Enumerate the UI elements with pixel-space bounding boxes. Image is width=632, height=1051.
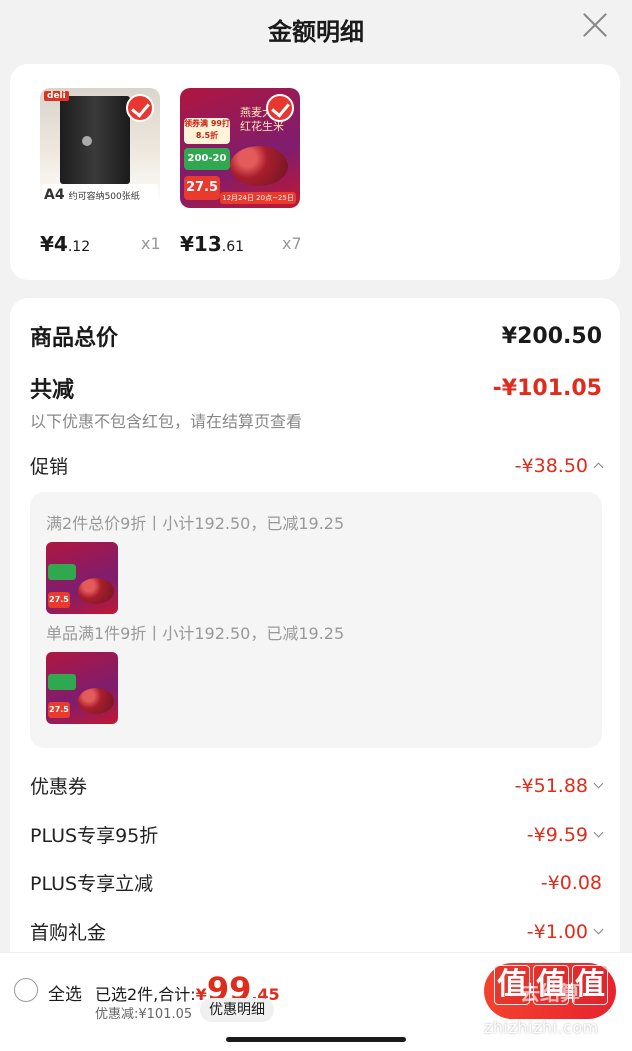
product-card: deli A4 约可容纳500张纸 领券满 99打8.5折 200-20 27.5… [10, 64, 620, 280]
discount-total: 优惠减:¥101.05 [95, 1007, 193, 1022]
promo-detail-box: 满2件总价9折丨小计192.50，已减19.25 27.5 单品满1件9折丨小计… [30, 492, 602, 748]
select-all-label[interactable]: 全选 [48, 980, 82, 1005]
reduce-label: 共减 [30, 378, 75, 403]
watermark-text: zhizhizhi.com [484, 1018, 599, 1037]
product-image-peanuts[interactable]: 领券满 99打8.5折 200-20 27.5 燕麦大颗 红花生米 12月24日… [180, 88, 300, 208]
price-detail-card: 商品总价 ¥200.50 共减 -¥101.05 以下优惠不包含红包，请在结算页… [10, 298, 620, 1051]
reduce-row: 共减 -¥101.05 [30, 372, 602, 404]
promo-line: 单品满1件9折丨小计192.50，已减19.25 [46, 624, 345, 643]
header: 金额明细 [0, 0, 632, 58]
promo-value: -¥38.50 [515, 455, 604, 477]
discount-detail-button[interactable]: 优惠明细 [200, 998, 274, 1022]
watermark-logo: 值值值 [480, 960, 622, 1010]
thumb-badge [48, 564, 76, 580]
promo-product-thumb[interactable]: 27.5 [46, 542, 118, 614]
select-all-radio[interactable] [14, 978, 38, 1002]
close-icon[interactable] [582, 12, 608, 38]
binder-illustration [60, 96, 130, 184]
thumb-illustration [78, 688, 114, 714]
chevron-down-icon [593, 827, 604, 837]
promo-product-thumb[interactable]: 27.5 [46, 652, 118, 724]
promo-row[interactable]: 促销 -¥38.50 [30, 452, 604, 479]
check-icon [266, 94, 294, 122]
page-title: 金额明细 [268, 17, 364, 46]
discount-value: -¥0.08 [540, 871, 602, 894]
discount-value: -¥51.88 [515, 775, 604, 797]
product-price: ¥4.12 [40, 232, 91, 256]
reduce-note: 以下优惠不包含红包，请在结算页查看 [30, 412, 303, 431]
price-tag: 27.5 [184, 176, 220, 200]
discount-label: 优惠券 [30, 776, 88, 798]
discount-row-plus95[interactable]: PLUS专享95折 -¥9.59 [30, 821, 604, 848]
discount-label: PLUS专享立减 [30, 873, 154, 895]
reduce-value: -¥101.05 [492, 375, 602, 401]
chevron-down-icon [593, 924, 604, 934]
thumb-price: 27.5 [48, 702, 70, 718]
discount-row-coupon[interactable]: 优惠券 -¥51.88 [30, 772, 604, 799]
product-image-binder[interactable]: deli A4 约可容纳500张纸 [40, 88, 160, 208]
discount-row-first-purchase[interactable]: 首购礼金 -¥1.00 [30, 918, 604, 945]
discount-row-plus-reduce: PLUS专享立减 -¥0.08 [30, 869, 602, 896]
product-qty: x7 [282, 234, 302, 253]
product-price: ¥13.61 [180, 232, 245, 256]
promo-label: 促销 [30, 456, 69, 478]
peanuts-illustration [230, 146, 288, 186]
discount-label: PLUS专享95折 [30, 825, 159, 847]
thumb-badge [48, 674, 76, 690]
date-strip: 12月24日 20点~25日 [220, 192, 296, 204]
discount-value: -¥1.00 [527, 921, 604, 943]
home-indicator[interactable] [226, 1037, 406, 1042]
promo-badge: 领券满 99打8.5折 [184, 118, 230, 144]
promo-line: 满2件总价9折丨小计192.50，已减19.25 [46, 514, 345, 533]
thumb-illustration [78, 578, 114, 604]
chevron-up-icon [593, 462, 604, 473]
total-label: 商品总价 [30, 326, 119, 351]
discount-label: 首购礼金 [30, 922, 107, 944]
product-tag: A4 约可容纳500张纸 [42, 184, 158, 206]
discount-value: -¥9.59 [527, 824, 604, 846]
chevron-down-icon [593, 778, 604, 788]
total-row: 商品总价 ¥200.50 [30, 320, 602, 352]
deal-badge: 200-20 [184, 148, 230, 170]
product-qty: x1 [141, 234, 161, 253]
brand-logo: deli [44, 91, 69, 101]
check-icon [126, 94, 154, 122]
total-value: ¥200.50 [501, 323, 602, 349]
thumb-price: 27.5 [48, 592, 70, 608]
